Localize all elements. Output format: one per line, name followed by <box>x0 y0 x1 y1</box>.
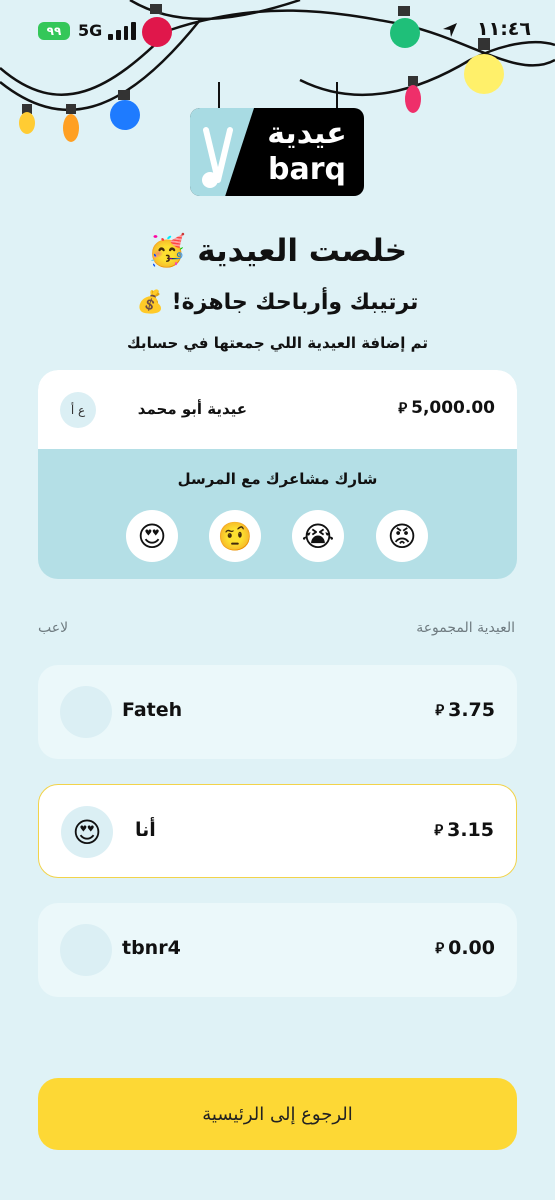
crying-emoji-icon: 😭 <box>301 519 335 553</box>
reaction-raised-eyebrow-button[interactable]: 🤨 <box>209 510 261 562</box>
page-description: تم إضافة العيدية اللي جمعتها في حسابك <box>126 334 429 352</box>
logo-english-text: barq <box>268 152 346 187</box>
leaderboard-row-current-user: 😍 أنا ⃁ 3.15 <box>38 784 517 878</box>
reaction-angry-button[interactable]: 😡 <box>376 510 428 562</box>
column-header-collected: العيدية المجموعة <box>416 620 515 636</box>
reaction-crying-button[interactable]: 😭 <box>292 510 344 562</box>
column-header-player: لاعب <box>38 620 69 636</box>
logo-hanger-string <box>218 82 220 108</box>
player-amount: ⃁ 3.75 <box>435 699 495 721</box>
player-avatar <box>60 686 112 738</box>
player-amount: ⃁ 3.15 <box>434 819 494 841</box>
riyal-currency-icon: ⃁ <box>434 820 444 839</box>
player-avatar <box>60 924 112 976</box>
reaction-heart-eyes-button[interactable]: 😍 <box>126 510 178 562</box>
player-name: أنا <box>135 819 156 841</box>
heart-eyes-emoji-icon: 😍 <box>137 519 167 553</box>
gift-amount: ⃁ 5,000.00 <box>398 398 495 418</box>
page-title: خلصت العيدية 🥳 <box>147 233 408 269</box>
player-name: tbnr4 <box>122 937 181 959</box>
riyal-currency-icon: ⃁ <box>435 700 445 719</box>
share-feelings-label: شارك مشاعرك مع المرسل <box>177 470 378 488</box>
sender-name: عيدية أبو محمد <box>137 400 247 418</box>
player-amount-value: 3.75 <box>448 699 495 721</box>
riyal-currency-icon: ⃁ <box>435 938 445 957</box>
sender-avatar: ع أ <box>60 392 96 428</box>
angry-emoji-icon: 😡 <box>387 519 417 553</box>
raised-eyebrow-emoji-icon: 🤨 <box>217 519 253 553</box>
light-bulb-icon <box>19 104 35 134</box>
player-amount-value: 0.00 <box>448 937 495 959</box>
leaderboard-row: tbnr4 ⃁ 0.00 <box>38 903 517 997</box>
received-gift-card: ع أ عيدية أبو محمد ⃁ 5,000.00 شارك مشاعر… <box>38 370 517 579</box>
player-name: Fateh <box>122 699 183 721</box>
logo-arabic-text: عيدية <box>267 116 347 151</box>
riyal-currency-icon: ⃁ <box>398 398 408 417</box>
leaderboard-row: Fateh ⃁ 3.75 <box>38 665 517 759</box>
player-amount: ⃁ 0.00 <box>435 937 495 959</box>
slingshot-icon <box>202 127 233 188</box>
player-avatar: 😍 <box>61 806 113 858</box>
gift-amount-value: 5,000.00 <box>411 398 495 418</box>
logo-hanger-string <box>336 82 338 108</box>
back-to-home-button[interactable]: الرجوع إلى الرئيسية <box>38 1078 517 1150</box>
player-amount-value: 3.15 <box>447 819 494 841</box>
page-subtitle: ترتيبك وأرباحك جاهزة! 💰 <box>136 290 419 315</box>
gift-summary: ع أ عيدية أبو محمد ⃁ 5,000.00 <box>38 370 517 449</box>
barq-eidiya-logo: عيدية barq <box>190 108 364 196</box>
